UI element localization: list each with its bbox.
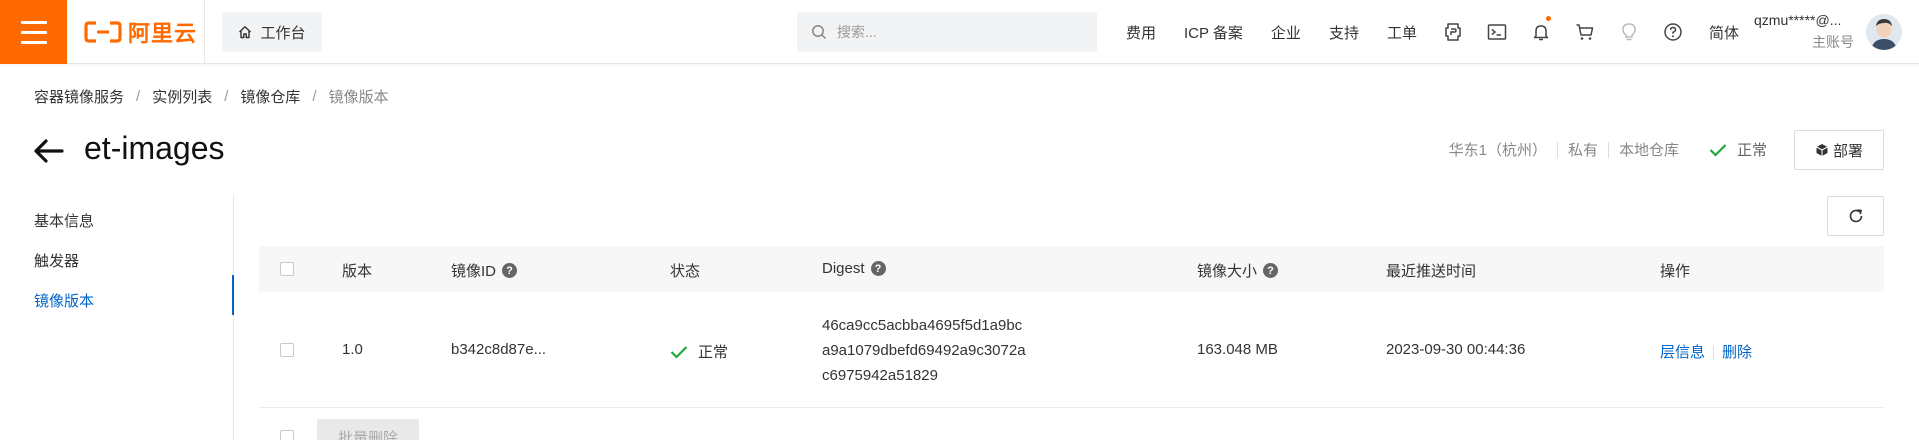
col-digest: Digest ? xyxy=(822,260,886,277)
menu-icon[interactable] xyxy=(0,0,67,64)
search-icon xyxy=(812,25,827,40)
help-icon[interactable]: ? xyxy=(1263,263,1279,278)
brand-name: 阿里云 xyxy=(128,21,198,46)
cell-status-label: 正常 xyxy=(698,344,729,361)
row-checkbox[interactable] xyxy=(280,343,294,357)
breadcrumb-item-current: 镜像版本 xyxy=(328,89,389,106)
user-name: qzmu*****@... xyxy=(1754,12,1842,28)
notification-dot xyxy=(1545,16,1551,21)
help-icon[interactable]: ? xyxy=(502,263,518,278)
nav-ticket[interactable]: 工单 xyxy=(1387,22,1417,43)
user-account-menu[interactable]: qzmu*****@... 主账号 xyxy=(1754,12,1864,54)
repo-status-label: 正常 xyxy=(1736,142,1767,159)
page-title: et-images xyxy=(84,130,225,166)
menu-item-basic-info[interactable]: 基本信息 xyxy=(34,210,94,231)
table-row: 1.0 b342c8d87e... 正常 46ca9cc5acbba4695f5… xyxy=(259,292,1884,408)
repo-type: 本地仓库 xyxy=(1618,142,1679,159)
col-pushed-time: 最近推送时间 xyxy=(1386,263,1477,280)
repo-meta: 华东1（杭州） 私有 本地仓库 正常 xyxy=(1439,139,1767,160)
breadcrumb-item-instances[interactable]: 实例列表 xyxy=(152,86,212,107)
search-input[interactable] xyxy=(837,24,1077,40)
top-nav-links: 费用 ICP 备案 企业 支持 工单 简体 xyxy=(1112,0,1739,64)
cloudshell-icon[interactable] xyxy=(1431,0,1475,64)
footer-select-all-checkbox[interactable] xyxy=(280,430,294,440)
menu-item-image-versions[interactable]: 镜像版本 xyxy=(34,290,94,311)
top-navigation-bar: 阿里云 工作台 费用 ICP 备案 企业 支持 工单 xyxy=(0,0,1919,64)
nav-support[interactable]: 支持 xyxy=(1329,22,1359,43)
workbench-button[interactable]: 工作台 xyxy=(222,12,322,52)
cart-icon[interactable] xyxy=(1563,0,1607,64)
breadcrumb-item-repos[interactable]: 镜像仓库 xyxy=(240,86,300,107)
select-all-checkbox[interactable] xyxy=(280,262,294,276)
terminal-icon[interactable] xyxy=(1475,0,1519,64)
search-box[interactable] xyxy=(797,12,1097,52)
help-icon[interactable]: ? xyxy=(870,261,886,276)
batch-delete-button[interactable]: 批量删除 xyxy=(317,419,419,440)
repo-status: 正常 xyxy=(1689,139,1767,160)
check-icon xyxy=(670,345,688,359)
cell-status: 正常 xyxy=(670,341,728,362)
image-versions-table: 版本 镜像ID ? 状态 Digest ? 镜像大小 ? 最近推送时间 操作 1… xyxy=(259,246,1884,408)
user-role: 主账号 xyxy=(1812,34,1854,50)
table-header: 版本 镜像ID ? 状态 Digest ? 镜像大小 ? 最近推送时间 操作 xyxy=(259,246,1884,292)
repo-visibility: 私有 xyxy=(1567,142,1598,159)
breadcrumb-item-acr[interactable]: 容器镜像服务 xyxy=(34,86,124,107)
avatar[interactable] xyxy=(1866,14,1902,50)
repo-region: 华东1（杭州） xyxy=(1448,142,1547,159)
cell-operations: 层信息 删除 xyxy=(1660,341,1752,362)
back-arrow-icon[interactable] xyxy=(32,134,66,168)
col-image-id: 镜像ID ? xyxy=(451,260,518,281)
breadcrumb-separator: / xyxy=(136,88,141,105)
breadcrumb-separator: / xyxy=(224,88,229,105)
col-version: 版本 xyxy=(342,263,373,280)
bell-icon[interactable] xyxy=(1519,0,1563,64)
nav-enterprise[interactable]: 企业 xyxy=(1271,22,1301,43)
deploy-button[interactable]: 部署 xyxy=(1794,130,1884,170)
digest-line: a9a1079dbefd69492a9c3072a xyxy=(822,342,1026,359)
home-icon xyxy=(239,26,252,39)
cell-digest: 46ca9cc5acbba4695f5d1a9bc a9a1079dbefd69… xyxy=(822,313,1026,388)
op-divider xyxy=(1713,346,1715,361)
cube-icon xyxy=(1816,144,1828,156)
check-icon xyxy=(1709,143,1727,157)
deploy-label: 部署 xyxy=(1832,142,1863,160)
layer-info-link[interactable]: 层信息 xyxy=(1660,344,1705,361)
col-operations: 操作 xyxy=(1660,263,1691,280)
language-switch[interactable]: 简体 xyxy=(1709,22,1739,43)
refresh-icon xyxy=(1849,209,1862,223)
cell-image-id: b342c8d87e... xyxy=(451,341,547,358)
refresh-button[interactable] xyxy=(1827,196,1884,236)
menu-active-indicator xyxy=(232,275,234,315)
cell-version: 1.0 xyxy=(342,341,363,358)
nav-billing[interactable]: 费用 xyxy=(1126,22,1156,43)
aliyun-logo[interactable]: 阿里云 xyxy=(84,18,197,46)
digest-line: 46ca9cc5acbba4695f5d1a9bc xyxy=(822,317,1023,334)
cell-size: 163.048 MB xyxy=(1197,341,1278,358)
breadcrumb-separator: / xyxy=(312,88,317,105)
aliyun-logo-mark xyxy=(84,21,122,43)
lightbulb-icon[interactable] xyxy=(1607,0,1651,64)
digest-line: c6975942a51829 xyxy=(822,367,938,384)
menu-item-triggers[interactable]: 触发器 xyxy=(34,250,79,271)
workbench-label: 工作台 xyxy=(260,24,306,42)
cell-pushed-time: 2023-09-30 00:44:36 xyxy=(1386,341,1526,358)
left-menu: 基本信息 触发器 镜像版本 xyxy=(0,195,234,440)
nav-icp[interactable]: ICP 备案 xyxy=(1184,22,1243,43)
table-footer: 批量删除 xyxy=(259,408,959,440)
topbar-divider xyxy=(204,0,205,64)
breadcrumb: 容器镜像服务 / 实例列表 / 镜像仓库 / 镜像版本 xyxy=(34,86,389,107)
delete-link[interactable]: 删除 xyxy=(1722,344,1752,361)
help-icon[interactable] xyxy=(1651,0,1695,64)
col-size: 镜像大小 ? xyxy=(1197,260,1279,281)
col-status: 状态 xyxy=(670,263,701,280)
